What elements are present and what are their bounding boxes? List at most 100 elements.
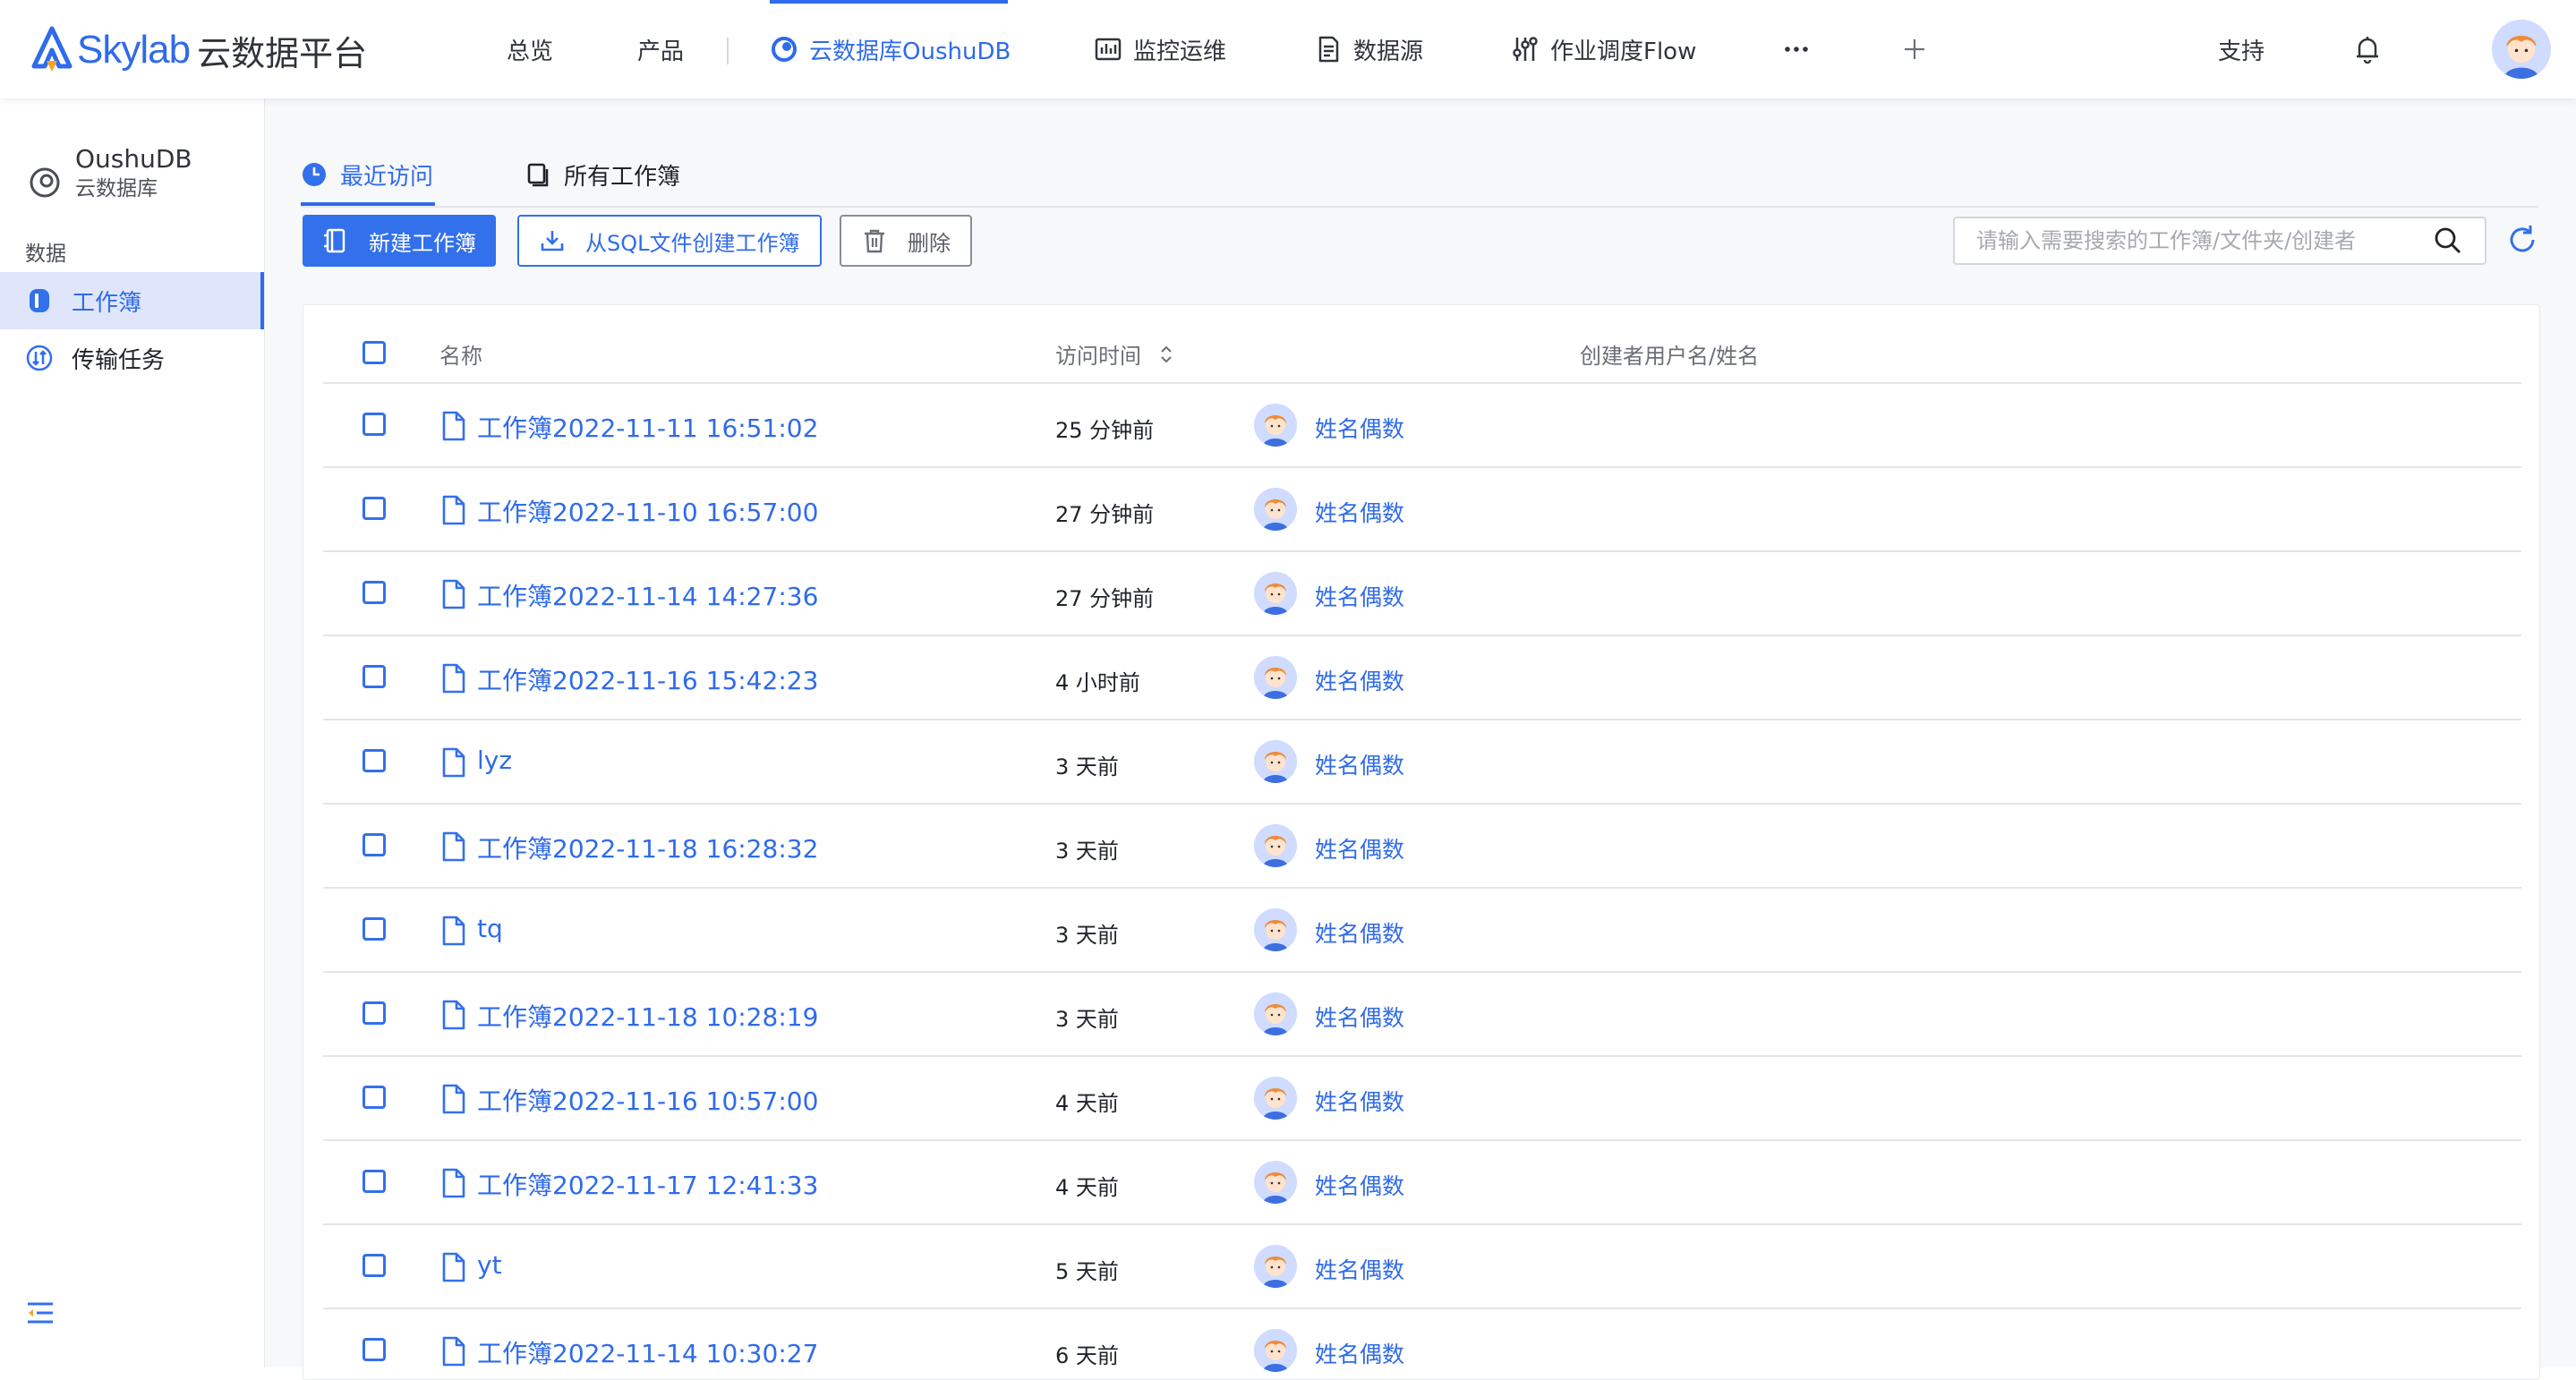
access-time: 27 分钟前 — [1055, 502, 1155, 527]
workbook-name-link[interactable]: 工作簿2022-11-10 16:57:00 — [477, 493, 818, 529]
table-row[interactable]: lyz 3 天前 姓名偶数 — [323, 719, 2521, 805]
access-time: 4 天前 — [1055, 1091, 1119, 1116]
row-checkbox[interactable] — [363, 749, 386, 772]
create-from-sql-button[interactable]: 从SQL文件创建工作簿 — [517, 215, 822, 267]
table-row[interactable]: 工作簿2022-11-14 10:30:27 6 天前 姓名偶数 — [323, 1308, 2521, 1379]
creator-name-link[interactable]: 姓名偶数 — [1315, 1169, 1404, 1201]
sidebar-item-workbook[interactable]: 工作簿 — [0, 272, 264, 329]
delete-button[interactable]: 删除 — [840, 215, 972, 267]
more-button[interactable] — [1776, 29, 1817, 70]
tab-all-workbooks[interactable]: 所有工作簿 — [525, 143, 680, 206]
row-checkbox[interactable] — [363, 1254, 386, 1277]
table-row[interactable]: yt 5 天前 姓名偶数 — [323, 1223, 2521, 1309]
logo-wordmark: Skylab — [77, 28, 191, 72]
nav-label: 产品 — [637, 38, 685, 65]
creator-name-link[interactable]: 姓名偶数 — [1315, 580, 1404, 612]
file-icon — [439, 746, 468, 779]
nav-products[interactable]: 产品 — [637, 0, 684, 98]
select-all-checkbox[interactable] — [363, 341, 386, 364]
workbook-name-link[interactable]: 工作簿2022-11-11 16:51:02 — [477, 409, 818, 445]
creator-avatar — [1254, 1077, 1297, 1120]
row-checkbox[interactable] — [363, 917, 386, 941]
creator-name-link[interactable]: 姓名偶数 — [1315, 1337, 1404, 1369]
row-checkbox[interactable] — [363, 497, 386, 520]
workbook-name-link[interactable]: 工作簿2022-11-18 16:28:32 — [477, 830, 818, 865]
table-row[interactable]: 工作簿2022-11-11 16:51:02 25 分钟前 姓名偶数 — [323, 382, 2521, 468]
creator-name-link[interactable]: 姓名偶数 — [1315, 412, 1404, 444]
creator-name-link[interactable]: 姓名偶数 — [1315, 916, 1404, 949]
download-icon — [541, 231, 564, 251]
row-checkbox[interactable] — [363, 413, 386, 436]
table-row[interactable]: tq 3 天前 姓名偶数 — [323, 887, 2521, 973]
new-workbook-button[interactable]: 新建工作簿 — [303, 215, 496, 267]
sort-icon[interactable] — [1156, 344, 1177, 365]
workbook-name-link[interactable]: 工作簿2022-11-17 12:41:33 — [477, 1166, 818, 1202]
row-checkbox[interactable] — [363, 833, 386, 856]
creator-name-link[interactable]: 姓名偶数 — [1315, 832, 1404, 865]
workbook-name-link[interactable]: 工作簿2022-11-18 10:28:19 — [477, 998, 818, 1034]
access-time: 6 天前 — [1055, 1343, 1119, 1368]
support-link[interactable]: 支持 — [2218, 0, 2265, 98]
creator-name-link[interactable]: 姓名偶数 — [1315, 1253, 1404, 1285]
table-row[interactable]: 工作簿2022-11-18 10:28:19 3 天前 姓名偶数 — [323, 971, 2521, 1057]
row-checkbox[interactable] — [363, 665, 386, 688]
column-name-label: 名称 — [439, 344, 482, 369]
workbook-name-link[interactable]: 工作簿2022-11-14 14:27:36 — [477, 577, 818, 613]
access-time: 3 天前 — [1055, 923, 1119, 948]
workbook-name-link[interactable]: 工作簿2022-11-14 10:30:27 — [477, 1334, 818, 1370]
sidebar-item-transfer[interactable]: 传输任务 — [0, 329, 264, 387]
access-time: 3 天前 — [1055, 1007, 1119, 1032]
creator-name-link[interactable]: 姓名偶数 — [1315, 664, 1404, 696]
workbook-name-link[interactable]: tq — [477, 914, 503, 943]
user-avatar[interactable] — [2492, 20, 2551, 79]
file-icon — [439, 494, 468, 526]
nav-divider — [727, 38, 729, 64]
nav-oushudb[interactable]: 云数据库OushuDB — [770, 0, 1011, 98]
oushudb-icon — [772, 37, 797, 62]
nav-datasource[interactable]: 数据源 — [1314, 0, 1423, 98]
creator-avatar — [1254, 1161, 1297, 1204]
avatar-icon — [2492, 20, 2551, 79]
search-input[interactable] — [1975, 219, 2433, 262]
workbook-name-link[interactable]: lyz — [477, 745, 512, 775]
file-icon — [439, 578, 468, 610]
tab-recent[interactable]: 最近访问 — [301, 143, 433, 206]
table-row[interactable]: 工作簿2022-11-17 12:41:33 4 天前 姓名偶数 — [323, 1139, 2521, 1225]
workbook-name-link[interactable]: yt — [477, 1250, 502, 1280]
column-access-time[interactable]: 访问时间 — [1055, 338, 1177, 370]
sidebar-item-label: 传输任务 — [72, 346, 166, 374]
workbook-name-link[interactable]: 工作簿2022-11-16 15:42:23 — [477, 661, 818, 697]
row-checkbox[interactable] — [363, 1086, 386, 1109]
file-icon — [439, 999, 468, 1031]
table-row[interactable]: 工作簿2022-11-10 16:57:00 27 分钟前 姓名偶数 — [323, 466, 2521, 552]
notification-button[interactable] — [2347, 29, 2388, 70]
file-icon — [439, 1083, 468, 1115]
row-checkbox[interactable] — [363, 1338, 386, 1361]
creator-avatar — [1254, 992, 1297, 1035]
table-row[interactable]: 工作簿2022-11-14 14:27:36 27 分钟前 姓名偶数 — [323, 550, 2521, 636]
add-button[interactable] — [1894, 29, 1935, 70]
new-workbook-icon — [324, 228, 345, 253]
creator-name-link[interactable]: 姓名偶数 — [1315, 496, 1404, 528]
nav-flow[interactable]: 作业调度Flow — [1511, 0, 1696, 98]
table-row[interactable]: 工作簿2022-11-18 16:28:32 3 天前 姓名偶数 — [323, 803, 2521, 889]
collapse-menu-icon[interactable] — [25, 1298, 55, 1328]
refresh-icon[interactable] — [2504, 222, 2540, 258]
skylab-logo[interactable]: Skylab 云数据平台 — [30, 25, 367, 75]
nav-overview[interactable]: 总览 — [507, 0, 553, 98]
table-row[interactable]: 工作簿2022-11-16 15:42:23 4 小时前 姓名偶数 — [323, 635, 2521, 720]
row-checkbox[interactable] — [363, 581, 386, 604]
row-checkbox[interactable] — [363, 1001, 386, 1025]
creator-name-link[interactable]: 姓名偶数 — [1315, 1085, 1404, 1117]
table-row[interactable]: 工作簿2022-11-16 10:57:00 4 天前 姓名偶数 — [323, 1055, 2521, 1141]
search-icon[interactable] — [2433, 226, 2463, 256]
nav-monitoring[interactable]: 监控运维 — [1094, 0, 1226, 98]
creator-name-link[interactable]: 姓名偶数 — [1315, 748, 1404, 780]
workbook-name-link[interactable]: 工作簿2022-11-16 10:57:00 — [477, 1082, 818, 1118]
skylab-logo-icon — [31, 26, 73, 72]
copy-icon — [527, 163, 549, 187]
file-icon — [439, 1251, 468, 1283]
row-checkbox[interactable] — [363, 1170, 386, 1193]
creator-name-link[interactable]: 姓名偶数 — [1315, 1001, 1404, 1033]
create-from-sql-label: 从SQL文件创建工作簿 — [585, 230, 800, 256]
